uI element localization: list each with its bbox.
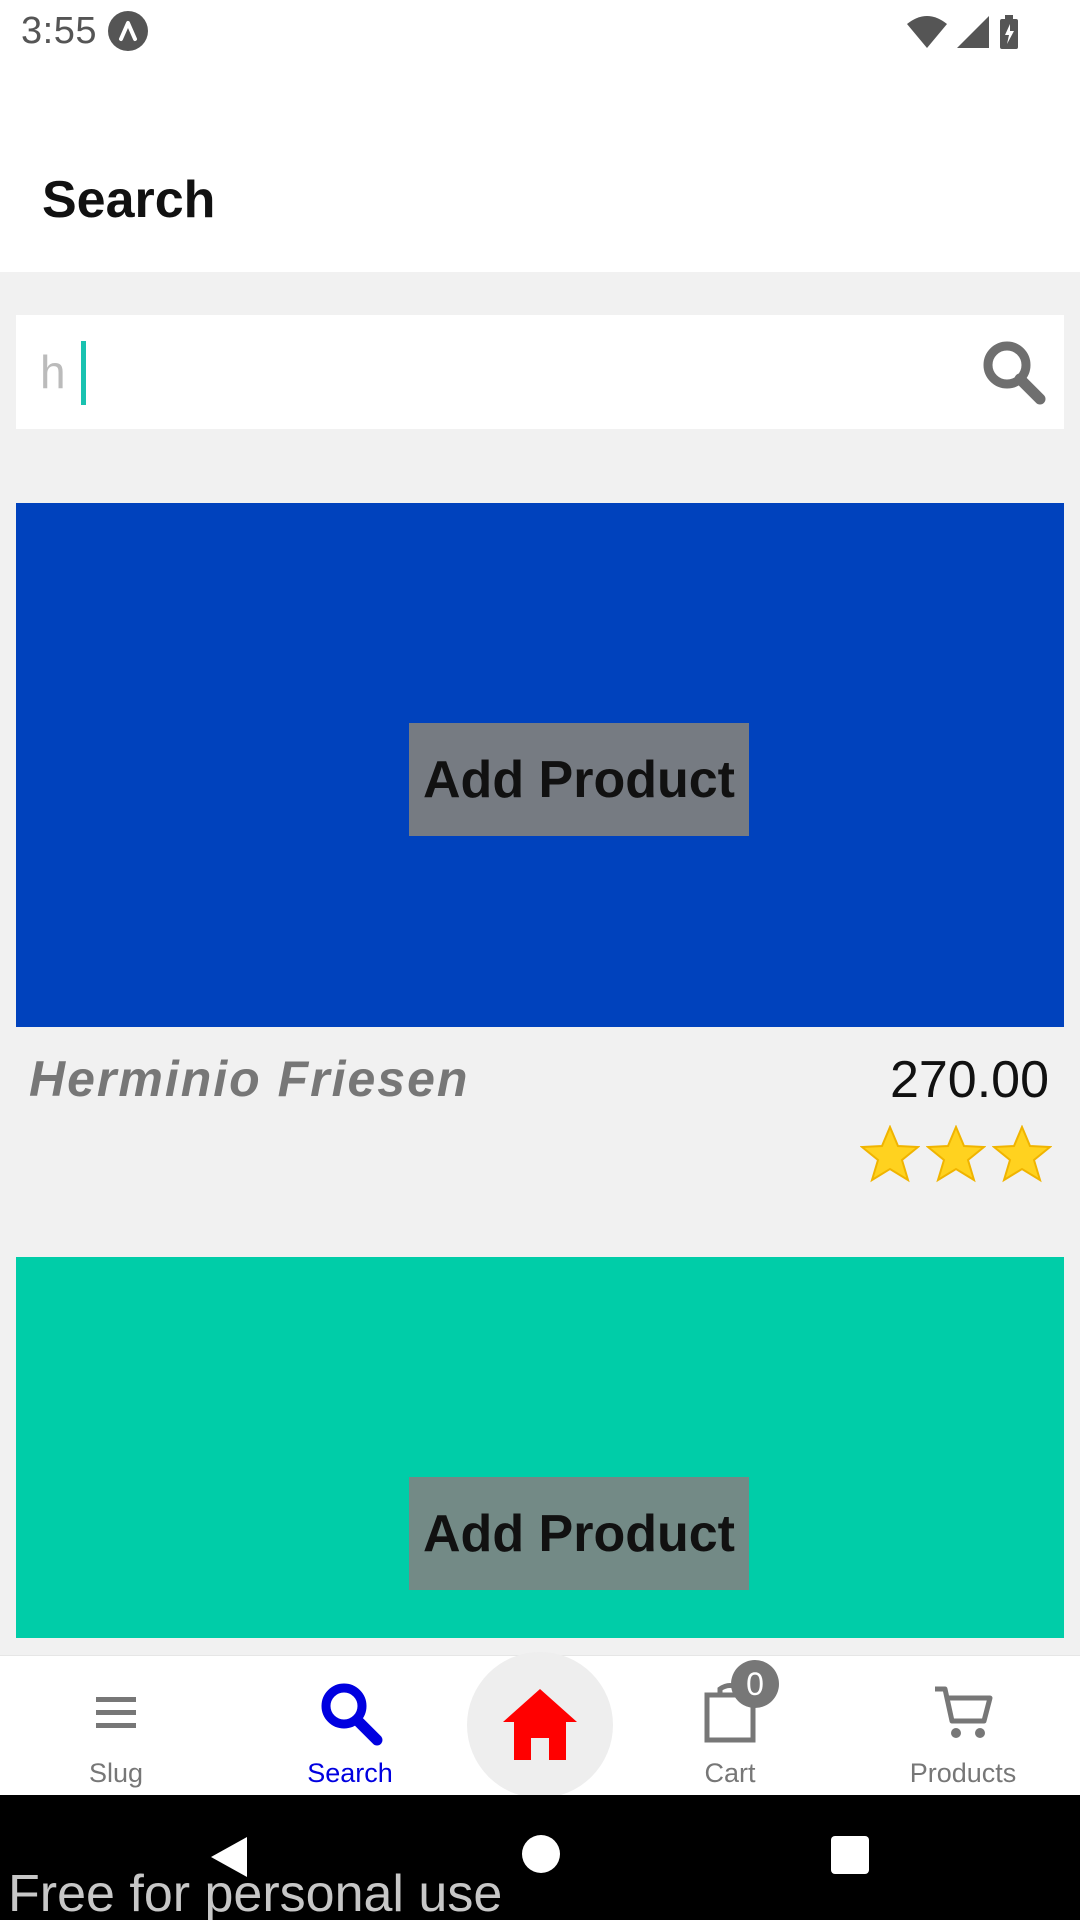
watermark-text: Free for personal use [8, 1865, 503, 1920]
search-button[interactable] [978, 337, 1048, 407]
wifi-icon [907, 16, 947, 48]
app-bar: Search [0, 64, 1080, 272]
search-icon [983, 341, 1046, 405]
nav-label: Search [307, 1758, 393, 1788]
menu-icon [81, 1678, 151, 1748]
cart-count-badge: 0 [731, 1660, 779, 1708]
nav-item-search[interactable]: Search [260, 1656, 440, 1796]
product-image[interactable]: Add Product [16, 1257, 1064, 1638]
product-name: Herminio Friesen [29, 1051, 470, 1107]
product-price: 270.00 [889, 1051, 1049, 1109]
cell-signal-icon [957, 16, 989, 48]
status-icons [906, 14, 1020, 50]
add-product-button[interactable]: Add Product [409, 1477, 749, 1590]
status-time: 3:55 [21, 10, 97, 52]
nav-item-cart[interactable]: 0 Cart [640, 1656, 820, 1796]
app-notification-icon [108, 11, 148, 51]
product-image[interactable]: Add Product [16, 503, 1064, 1027]
status-bar: 3:55 [0, 0, 1080, 64]
star-icon [926, 1125, 986, 1183]
phone-screen: 3:55 Search Add Product Herminio Friesen… [0, 0, 1080, 1920]
nav-label: Cart [704, 1758, 756, 1788]
page-title: Search [42, 171, 216, 229]
nav-label: Slug [88, 1758, 144, 1788]
search-bar [16, 315, 1064, 429]
text-caret [81, 341, 86, 405]
star-icon [860, 1125, 920, 1183]
cart-icon [928, 1678, 998, 1748]
home-icon [503, 1689, 577, 1760]
system-recents-button[interactable] [831, 1836, 869, 1874]
star-icon [992, 1125, 1052, 1183]
product-rating [860, 1125, 1052, 1183]
nav-item-products[interactable]: Products [873, 1656, 1053, 1796]
add-product-button[interactable]: Add Product [409, 723, 749, 836]
home-button[interactable] [467, 1652, 613, 1798]
system-home-button[interactable] [522, 1835, 560, 1873]
shopping-bag-icon: 0 [695, 1660, 779, 1748]
search-input[interactable] [40, 339, 940, 405]
search-icon [315, 1678, 385, 1748]
battery-charging-icon [1000, 15, 1018, 49]
nav-label: Products [909, 1758, 1017, 1788]
nav-item-slug[interactable]: Slug [26, 1656, 206, 1796]
